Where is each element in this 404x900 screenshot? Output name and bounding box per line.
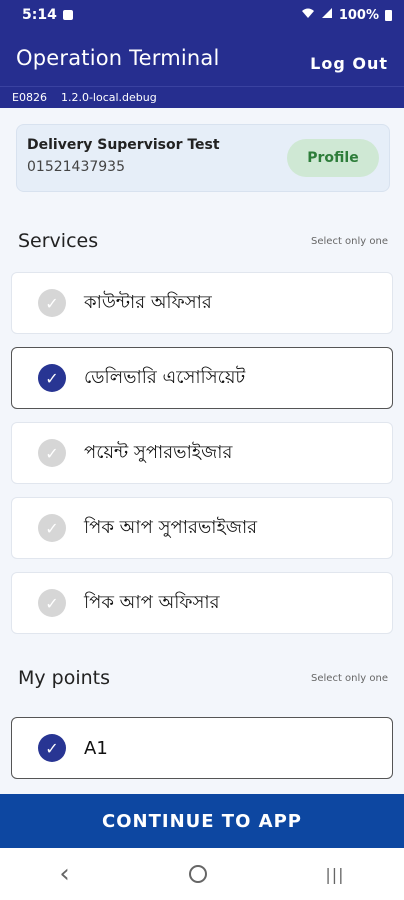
service-option-label: ডেলিভারি এসোসিয়েট [84, 366, 246, 388]
logout-button[interactable]: Log Out [310, 54, 388, 73]
back-icon[interactable]: ‹ [59, 859, 69, 889]
profile-name: Delivery Supervisor Test [27, 137, 220, 153]
signal-icon [321, 7, 333, 23]
check-icon: ✓ [38, 514, 66, 542]
service-option[interactable]: ✓ পয়েন্ট সুপারভাইজার [11, 422, 393, 484]
check-icon: ✓ [38, 364, 66, 392]
home-icon[interactable] [188, 865, 207, 883]
profile-button[interactable]: Profile [287, 139, 379, 177]
system-nav-bar: ‹ ||| [0, 848, 404, 900]
app-bar: Operation Terminal Log Out [0, 30, 404, 86]
service-option[interactable]: ✓ পিক আপ অফিসার [11, 572, 393, 634]
points-hint: Select only one [311, 673, 388, 684]
version-strip: E0826 1.2.0-local.debug [0, 86, 404, 108]
check-icon: ✓ [38, 734, 66, 762]
service-option-label: পয়েন্ট সুপারভাইজার [84, 441, 233, 463]
profile-phone: 01521437935 [27, 159, 125, 175]
build-version: 1.2.0-local.debug [60, 91, 157, 104]
battery-icon [385, 9, 392, 21]
check-icon: ✓ [38, 289, 66, 317]
recent-apps-icon[interactable]: ||| [325, 865, 344, 884]
app-title: Operation Terminal [16, 46, 220, 70]
status-right: 100% [301, 7, 392, 23]
service-option[interactable]: ✓ কাউন্টার অফিসার [11, 272, 393, 334]
main-content: Delivery Supervisor Test 01521437935 Pro… [0, 108, 404, 794]
services-hint: Select only one [311, 236, 388, 247]
notification-icon [62, 10, 73, 20]
service-option-label: পিক আপ সুপারভাইজার [84, 516, 258, 538]
check-icon: ✓ [38, 589, 66, 617]
service-option-label: কাউন্টার অফিসার [84, 291, 212, 313]
points-title: My points [18, 667, 111, 689]
status-time: 5:14 [22, 7, 57, 23]
check-icon: ✓ [38, 439, 66, 467]
point-option[interactable]: ✓ A1 [11, 717, 393, 779]
wifi-icon [301, 7, 315, 23]
service-option[interactable]: ✓ ডেলিভারি এসোসিয়েট [11, 347, 393, 409]
profile-card: Delivery Supervisor Test 01521437935 Pro… [16, 124, 390, 192]
terminal-id: E0826 [12, 91, 47, 104]
service-option-label: পিক আপ অফিসার [84, 591, 220, 613]
status-bar: 5:14 100% [0, 0, 404, 30]
service-option[interactable]: ✓ পিক আপ সুপারভাইজার [11, 497, 393, 559]
continue-button[interactable]: CONTINUE TO APP [0, 794, 404, 848]
battery-percent: 100% [338, 7, 379, 23]
point-option-label: A1 [84, 737, 108, 759]
services-title: Services [18, 230, 99, 252]
